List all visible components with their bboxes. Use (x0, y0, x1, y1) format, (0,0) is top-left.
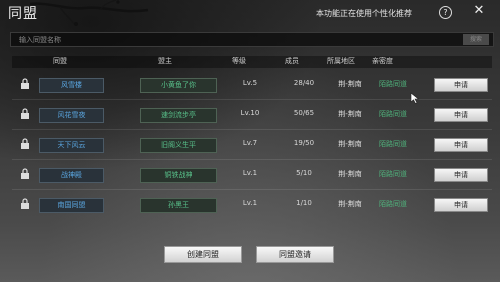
alliance-level: Lv.7 (242, 139, 258, 147)
alliance-name[interactable]: 天下风云 (39, 138, 104, 153)
table-header: 同盟 盟主 等级 成员 所属地区 亲密度 (0, 56, 500, 68)
search-input[interactable] (19, 33, 439, 46)
member-count: 28/40 (293, 79, 315, 87)
table-row: 战神殿 铜铁战神 Lv.1 5/10 荆-荆南 陌路同道 申请 (12, 166, 492, 184)
relation: 陌路同道 (379, 170, 407, 178)
member-count: 19/50 (293, 139, 315, 147)
header-level: 等级 (232, 57, 246, 65)
region: 荆-荆南 (338, 200, 362, 208)
member-count: 50/65 (293, 109, 315, 117)
relation: 陌路同道 (379, 80, 407, 88)
alliance-level: Lv.5 (242, 79, 258, 87)
row-divider (12, 189, 492, 190)
region: 荆-荆南 (338, 170, 362, 178)
alliance-invite-button[interactable]: 同盟邀请 (256, 246, 334, 263)
alliance-level: Lv.10 (240, 109, 260, 117)
region: 荆-荆南 (338, 140, 362, 148)
header-members: 成员 (285, 57, 299, 65)
table-row: 天下风云 旧阁义生平 Lv.7 19/50 荆-荆南 陌路同道 申请 (12, 136, 492, 154)
leader-name[interactable]: 孙黑王 (140, 198, 217, 213)
apply-button[interactable]: 申请 (434, 168, 488, 182)
table-row: 南国同盟 孙黑王 Lv.1 1/10 荆-荆南 陌路同道 申请 (12, 196, 492, 214)
relation: 陌路同道 (379, 200, 407, 208)
table-row: 风花雪夜 速剑流步亭 Lv.10 50/65 荆-荆南 陌路同道 申请 (12, 106, 492, 124)
relation: 陌路同道 (379, 140, 407, 148)
region: 荆-荆南 (338, 80, 362, 88)
table-row: 风雪楼 小黄鱼了你 Lv.5 28/40 荆-荆南 陌路同道 申请 (12, 76, 492, 94)
lock-icon (21, 168, 29, 179)
alliance-name[interactable]: 战神殿 (39, 168, 104, 183)
apply-button[interactable]: 申请 (434, 198, 488, 212)
alliance-level: Lv.1 (242, 169, 258, 177)
lock-icon (21, 138, 29, 149)
lock-icon (21, 198, 29, 209)
apply-button[interactable]: 申请 (434, 78, 488, 92)
header-leader: 盟主 (158, 57, 172, 65)
mouse-cursor-icon (410, 92, 420, 104)
apply-button[interactable]: 申请 (434, 108, 488, 122)
header-region: 所属地区 (327, 57, 355, 65)
leader-name[interactable]: 小黄鱼了你 (140, 78, 217, 93)
leader-name[interactable]: 速剑流步亭 (140, 108, 217, 123)
alliance-name[interactable]: 南国同盟 (39, 198, 104, 213)
apply-button[interactable]: 申请 (434, 138, 488, 152)
create-alliance-button[interactable]: 创建同盟 (164, 246, 242, 263)
window-title: 同盟 (8, 6, 38, 22)
region: 荆-荆南 (338, 110, 362, 118)
lock-icon (21, 108, 29, 119)
search-button[interactable]: 搜索 (463, 34, 489, 45)
row-divider (12, 129, 492, 130)
help-icon[interactable]: ? (439, 6, 452, 19)
header-alliance: 同盟 (53, 57, 67, 65)
lock-icon (21, 78, 29, 89)
branch-decoration (30, 0, 149, 26)
row-divider (12, 159, 492, 160)
leader-name[interactable]: 铜铁战神 (140, 168, 217, 183)
member-count: 1/10 (296, 199, 312, 207)
close-icon[interactable]: ✕ (472, 4, 486, 18)
alliance-level: Lv.1 (242, 199, 258, 207)
search-bar: 搜索 (10, 32, 494, 47)
alliance-name[interactable]: 风雪楼 (39, 78, 104, 93)
personalization-notice: 本功能正在使用个性化推荐 (316, 9, 412, 18)
leader-name[interactable]: 旧阁义生平 (140, 138, 217, 153)
member-count: 5/10 (296, 169, 312, 177)
row-divider (12, 99, 492, 100)
relation: 陌路同道 (379, 110, 407, 118)
alliance-name[interactable]: 风花雪夜 (39, 108, 104, 123)
header-relation: 亲密度 (372, 57, 393, 65)
